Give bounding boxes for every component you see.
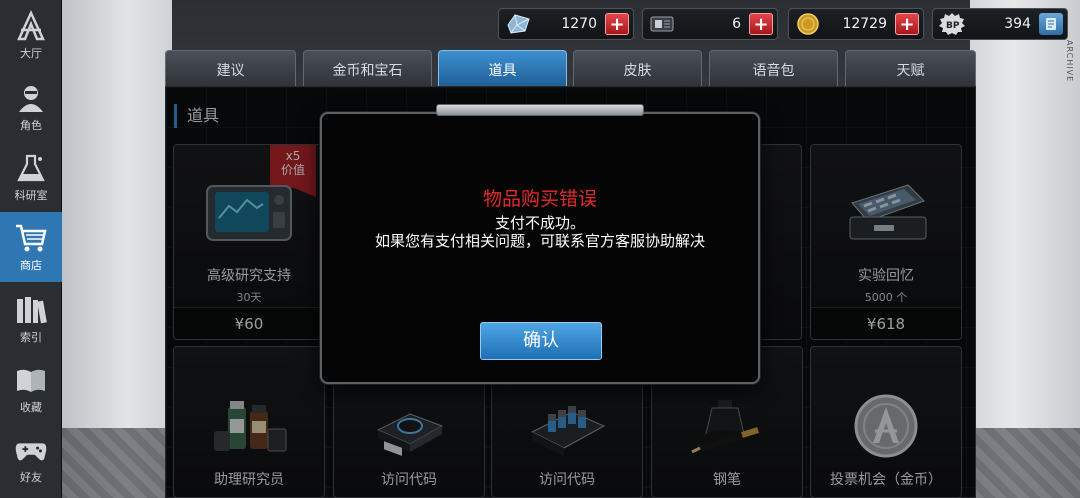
- open-book-icon: [14, 363, 48, 397]
- currency-value: 12729: [842, 16, 887, 32]
- character-icon: [14, 81, 48, 115]
- tab-voice-packs[interactable]: 语音包: [709, 50, 838, 88]
- sidebar-item-lobby[interactable]: 大厅: [0, 0, 62, 70]
- sidebar-item-character[interactable]: 角色: [0, 72, 62, 142]
- currency-bp: BP 394: [932, 8, 1068, 40]
- sidebar-item-label: 好友: [20, 471, 42, 484]
- sidebar-item-label: 收藏: [20, 401, 42, 414]
- dialog-message-line2: 如果您有支付相关问题，可联系官方客服协助解决: [374, 232, 705, 250]
- tab-skins[interactable]: 皮肤: [573, 50, 702, 88]
- sidebar-item-friends[interactable]: 好友: [0, 424, 62, 494]
- tab-recommended[interactable]: 建议: [165, 50, 296, 88]
- add-chip-button[interactable]: +: [749, 13, 773, 35]
- sidebar-item-index[interactable]: 索引: [0, 284, 62, 354]
- plus-icon: +: [899, 13, 915, 35]
- dialog-title: 物品购买错误: [482, 188, 597, 210]
- currency-crystal: 1270 +: [498, 8, 634, 40]
- plus-icon: +: [753, 13, 769, 35]
- sidebar-item-lab[interactable]: 科研室: [0, 142, 62, 212]
- sidebar: 大厅 角色 科研室 商店 索引 收藏 好友: [0, 0, 62, 498]
- currency-gold: 12729 +: [788, 8, 924, 40]
- lab-flask-icon: [14, 151, 48, 185]
- purchase-error-dialog: 物品购买错误 支付不成功。 如果您有支付相关问题，可联系官方客服协助解决 确认: [320, 112, 760, 384]
- bp-info-button[interactable]: [1039, 13, 1063, 35]
- shop-tabs: 建议 金币和宝石 道具 皮肤 语音包 天赋: [165, 50, 976, 88]
- currency-value: 6: [732, 16, 741, 32]
- add-crystal-button[interactable]: +: [605, 13, 629, 35]
- gamepad-icon: [14, 433, 48, 467]
- sidebar-item-collection[interactable]: 收藏: [0, 354, 62, 424]
- currency-value: 394: [1004, 16, 1031, 32]
- tab-items[interactable]: 道具: [438, 50, 567, 88]
- wall-text: ARCHIVE: [1065, 40, 1074, 83]
- crystal-icon: [503, 11, 533, 37]
- sidebar-item-label: 科研室: [14, 189, 48, 202]
- card-icon: [1046, 18, 1056, 30]
- dialog-message-line1: 支付不成功。: [494, 214, 585, 232]
- books-icon: [14, 293, 48, 327]
- add-gold-button[interactable]: +: [895, 13, 919, 35]
- sidebar-item-label: 角色: [20, 119, 42, 132]
- sidebar-item-shop[interactable]: 商店: [0, 212, 62, 282]
- bp-icon: BP: [937, 11, 967, 37]
- dialog-message: 支付不成功。 如果您有支付相关问题，可联系官方客服协助解决: [322, 214, 758, 250]
- sidebar-item-label: 商店: [20, 259, 42, 272]
- tab-talents[interactable]: 天赋: [845, 50, 976, 88]
- plus-icon: +: [609, 13, 625, 35]
- sidebar-item-label: 索引: [20, 331, 42, 344]
- lobby-icon: [14, 9, 48, 43]
- shopping-cart-icon: [14, 221, 48, 255]
- confirm-button[interactable]: 确认: [480, 322, 602, 360]
- background-left-wall: [62, 0, 172, 498]
- dialog-handle: [436, 104, 644, 116]
- currency-value: 1270: [561, 16, 597, 32]
- gold-coin-icon: [793, 11, 823, 37]
- sidebar-item-label: 大厅: [20, 47, 42, 60]
- svg-text:BP: BP: [946, 21, 960, 31]
- currency-chip: 6 +: [642, 8, 778, 40]
- background-right-wall: [970, 0, 1080, 498]
- chip-icon: [647, 11, 677, 37]
- tab-coins-gems[interactable]: 金币和宝石: [303, 50, 432, 88]
